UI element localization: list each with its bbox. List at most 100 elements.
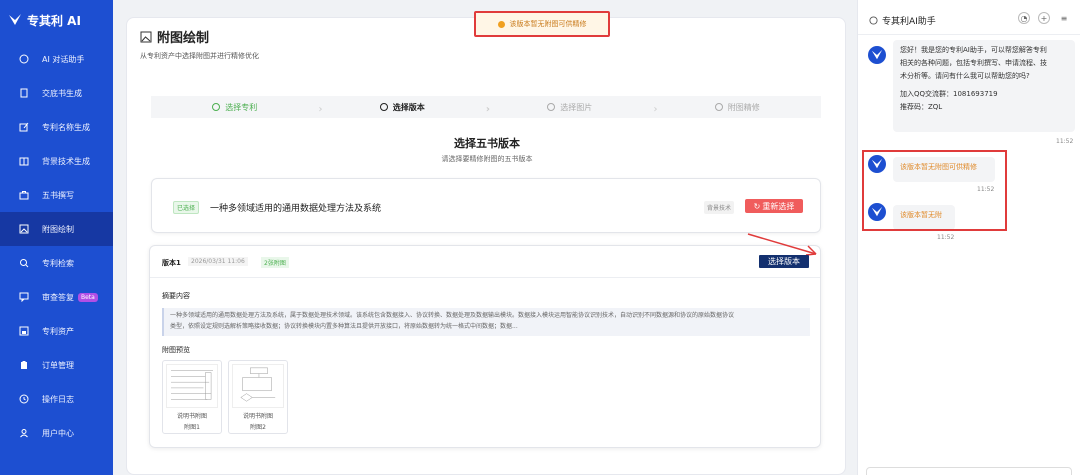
sidebar-item-label: 用户中心 [42,428,74,438]
clock-icon [19,394,29,404]
assistant-title: 专其利AI助手 [869,14,936,27]
selected-patent-card: 已选择 一种多领域适用的通用数据处理方法及系统 背景技术 ↻ 重新选择 [151,178,821,233]
message-time: 11:52 [1056,138,1074,145]
figure-preview-image [166,364,218,408]
chat-input[interactable] [866,467,1072,475]
message-line: 加入QQ交流群：1081693719 [900,90,998,98]
sidebar-item-label: 审查答复 [42,292,74,302]
sidebar-item-orders[interactable]: 订单管理 [0,348,113,382]
stepper: 选择专利 › 选择版本 › 选择图片 › 附图精修 [151,96,821,118]
add-icon[interactable]: + [1038,12,1050,24]
step-circle-icon [547,103,556,111]
search-icon [19,258,29,268]
sidebar-item-label: 专利名称生成 [42,122,90,132]
message-line: 您好！我是您的专利AI助手，可以帮您解答专利 [900,46,1047,54]
sidebar-item-review[interactable]: 审查答复 Beta [0,280,113,314]
message-line: 推荐码：ZQL [900,103,943,111]
step-label: 选择图片 [560,102,593,112]
version-date: 2026/03/31 11:06 [188,257,248,266]
highlight-frame [862,150,1007,231]
brand[interactable]: 专其利 AI [0,0,113,40]
step-label: 选择版本 [392,102,425,112]
step-select-patent[interactable]: 选择专利 › [151,102,323,115]
sidebar-item-disclosure[interactable]: 交底书生成 [0,76,113,110]
version-header: 版本1 2026/03/31 11:06 2张附图 选择版本 [150,233,820,278]
brand-name: 专其利 AI [27,13,81,28]
sidebar-item-label: 交底书生成 [42,88,82,98]
step-select-image[interactable]: 选择图片 › [486,102,658,115]
sidebar-item-label: 操作日志 [42,394,74,404]
figure-number: 附图1 [184,424,200,431]
image-icon [19,224,29,234]
sidebar-item-label: 附图绘制 [42,224,74,234]
page-title-text: 附图绘制 [157,31,210,46]
edit-icon [19,122,29,132]
section-title: 选择五书版本 [454,137,520,150]
main-panel: 附图绘制 从专利资产中选择附图并进行精修优化 选择专利 › 选择版本 › 选择图… [126,17,846,475]
history-icon[interactable]: ◔ [1018,12,1030,24]
warning-toast: 该版本暂无附图可供精修 [474,11,610,37]
figure-thumbnail[interactable]: 说明书附图 附图1 [162,360,222,434]
divider [858,34,1080,35]
sidebar-item-user[interactable]: 用户中心 [0,416,113,450]
selected-tag: 已选择 [173,201,200,214]
step-label: 附图精修 [727,102,760,112]
page-title: 附图绘制 [140,27,209,46]
patent-kind-tag: 背景技术 [704,201,735,214]
assistant-title-text: 专其利AI助手 [882,17,936,27]
image-icon [140,31,152,43]
version-name: 版本1 [162,259,181,267]
app-root: 专其利 AI AI 对话助手 交底书生成 专利名称生成 背景技术生成 五书撰写 [0,0,1080,475]
abstract-label: 摘要内容 [162,292,190,300]
sidebar-item-assets[interactable]: 专利资产 [0,314,113,348]
sidebar-item-label: 背景技术生成 [42,156,90,166]
chat-icon [869,16,878,25]
sidebar-item-ai-chat[interactable]: AI 对话助手 [0,42,113,76]
beta-badge: Beta [78,292,98,302]
step-circle-icon [714,103,723,111]
save-icon [19,326,29,336]
reselect-button[interactable]: ↻ 重新选择 [745,199,803,213]
sidebar-item-logs[interactable]: 操作日志 [0,382,113,416]
figure-preview-image [232,364,284,408]
message-icon [19,292,29,302]
assistant-panel: 专其利AI助手 ◔ + ≡ 您好！我是您的专利AI助手，可以帮您解答专利 相关的… [857,0,1080,475]
menu-icon[interactable]: ≡ [1058,12,1070,24]
sidebar-item-drawing[interactable]: 附图绘制 [0,212,113,246]
assistant-message: 您好！我是您的专利AI助手，可以帮您解答专利 相关的各种问题，包括专利撰写、申请… [893,40,1075,132]
sidebar-item-label: 五书撰写 [42,190,74,200]
briefcase-icon [19,190,29,200]
sidebar-item-five-docs[interactable]: 五书撰写 [0,178,113,212]
sidebar-item-search[interactable]: 专利检索 [0,246,113,280]
message-time: 11:52 [937,234,955,241]
choose-version-button[interactable]: 选择版本 [759,255,809,268]
book-icon [19,156,29,166]
sidebar-item-label: AI 对话助手 [42,54,85,64]
figure-count-badge: 2张附图 [261,257,289,268]
sidebar-item-label: 专利检索 [42,258,74,268]
message-line: 相关的各种问题，包括专利撰写、申请流程、技 [900,59,1047,67]
figure-thumbnail[interactable]: 说明书附图 附图2 [228,360,288,434]
message-line: 术分析等。请问有什么我可以帮助您的吗? [900,72,1030,80]
step-select-version[interactable]: 选择版本 › [319,102,490,115]
sidebar-item-background[interactable]: 背景技术生成 [0,144,113,178]
warning-text: 该版本暂无附图可供精修 [509,20,587,28]
sidebar-item-name-gen[interactable]: 专利名称生成 [0,110,113,144]
step-refine[interactable]: 附图精修 [654,102,822,113]
step-circle-icon [212,103,221,111]
abstract-content: 一种多领域适用的通用数据处理方法及系统，属于数据处理技术领域。该系统包含数据接入… [162,308,810,336]
assistant-avatar [868,46,886,64]
sidebar-nav: AI 对话助手 交底书生成 专利名称生成 背景技术生成 五书撰写 附图绘制 专利… [0,42,113,450]
assistant-toolbar: ◔ + ≡ [1018,12,1070,24]
step-label: 选择专利 [225,102,258,112]
step-circle-icon [379,103,388,111]
sidebar-item-label: 专利资产 [42,326,74,336]
version-card: 版本1 2026/03/31 11:06 2张附图 选择版本 摘要内容 一种多领… [149,233,821,448]
sidebar-item-label: 订单管理 [42,360,74,370]
figure-caption: 说明书附图 [176,413,207,420]
figure-caption: 说明书附图 [242,413,273,420]
section-subtitle: 请选择要精修附图的五书版本 [441,155,533,163]
preview-label: 附图预览 [162,346,190,354]
clipboard-icon [19,360,29,370]
user-icon [19,428,29,438]
